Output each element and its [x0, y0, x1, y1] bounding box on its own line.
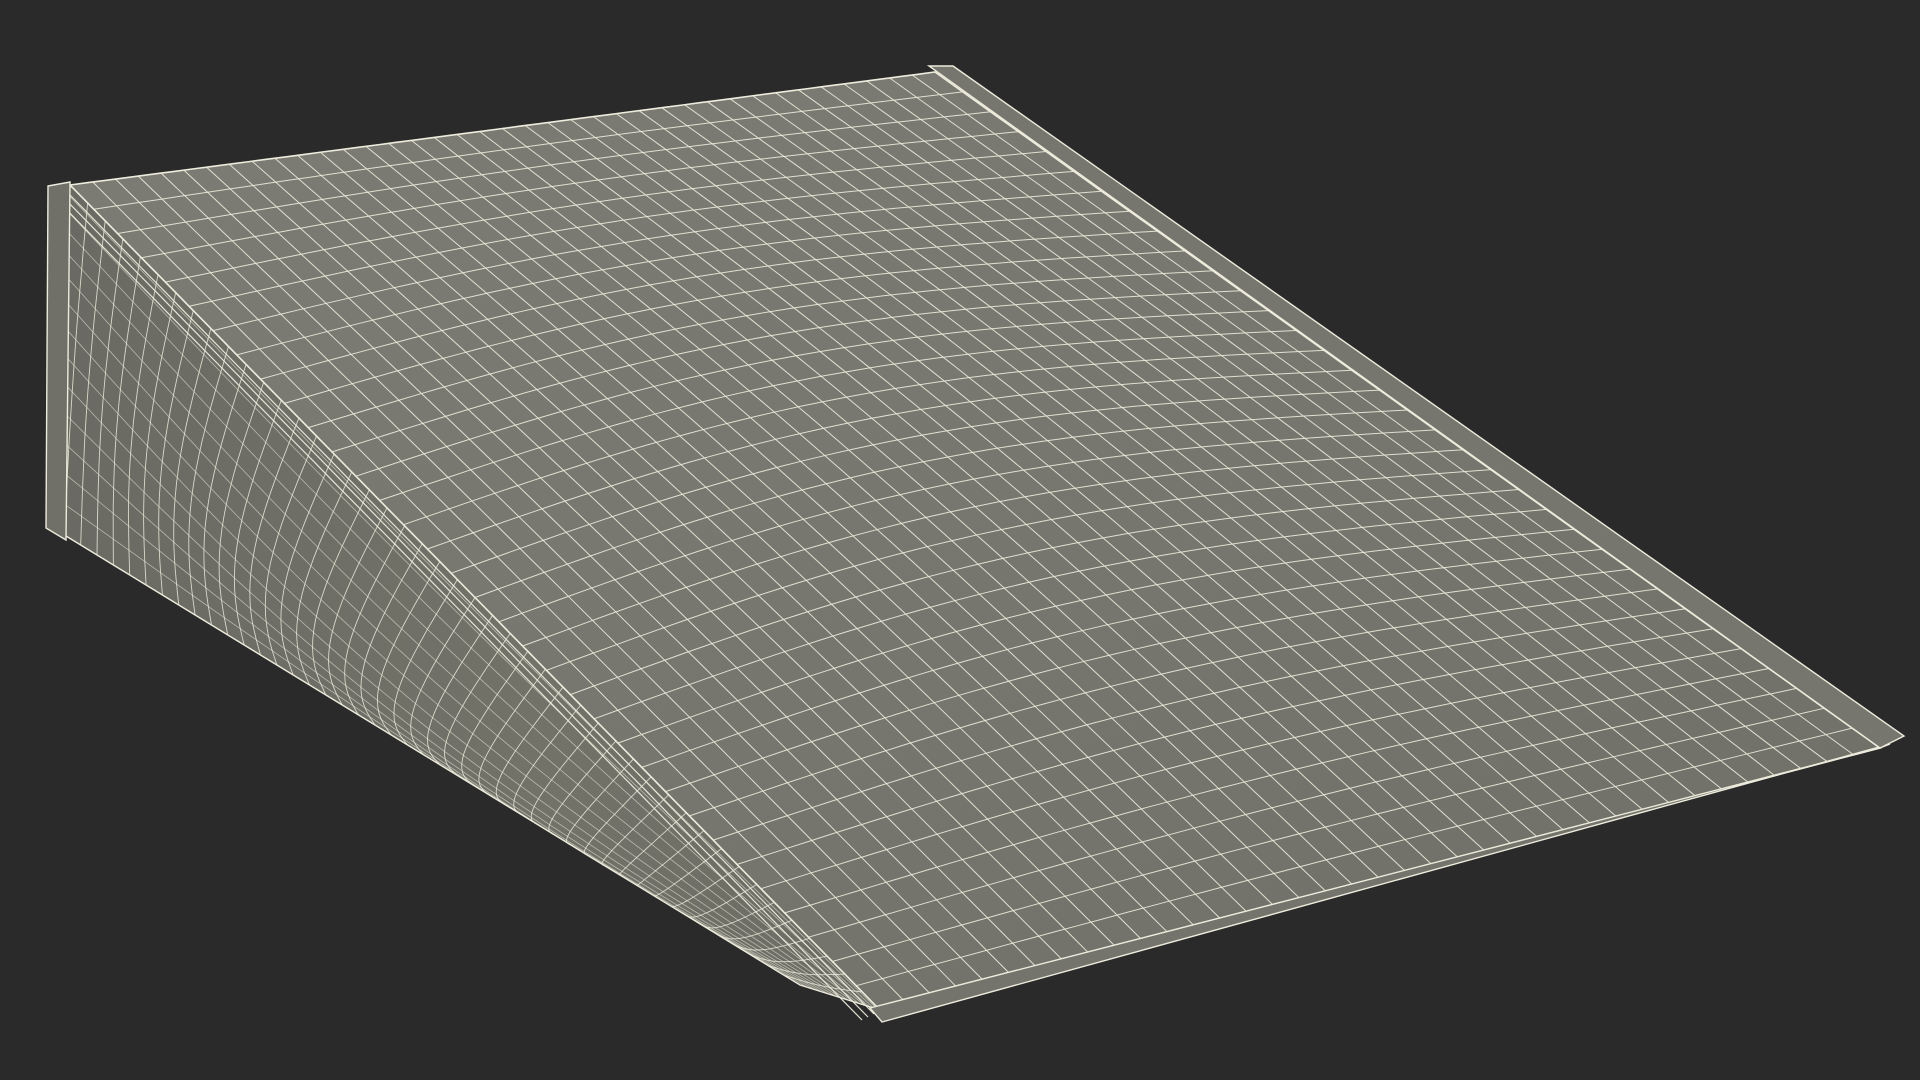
bag-model — [45, 65, 1906, 1023]
back-seal-strip — [45, 181, 71, 542]
render-viewport — [0, 0, 1920, 1080]
wireframe-render — [45, 65, 1906, 1023]
